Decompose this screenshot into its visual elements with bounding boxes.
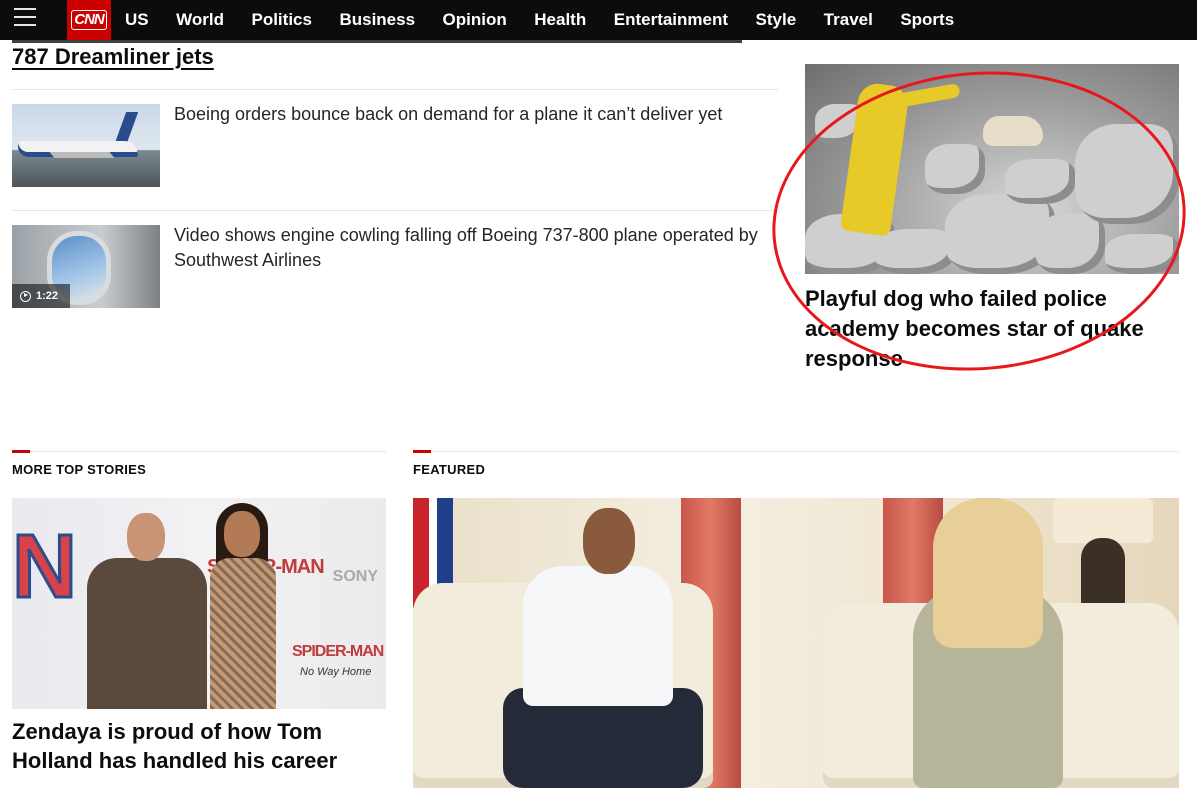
cnn-logo[interactable]: CNN <box>67 0 111 40</box>
section-label-more-top-stories: MORE TOP STORIES <box>12 462 147 477</box>
sony-logo: SONY <box>332 568 378 585</box>
story-title[interactable]: Boeing orders bounce back on demand for … <box>174 102 774 127</box>
story-image-zendaya[interactable]: N SPIDER-MAN SONY SPIDER-MAN No Way Home <box>12 498 386 709</box>
top-navigation: CNN US World Politics Business Opinion H… <box>0 0 1197 40</box>
nav-links: US World Politics Business Opinion Healt… <box>125 0 982 40</box>
nav-link-health[interactable]: Health <box>534 10 586 30</box>
section-accent <box>413 450 431 453</box>
story-thumbnail-plane-window[interactable]: 1:22 <box>12 225 160 308</box>
person-seated-man <box>523 566 673 706</box>
rescue-dog <box>983 116 1043 146</box>
story-thumbnail-boeing-plane[interactable] <box>12 104 160 187</box>
feature-image-dog-quake[interactable] <box>805 64 1179 274</box>
section-rule <box>413 451 1179 452</box>
lamp-shade <box>1053 498 1153 543</box>
story-title[interactable]: Video shows engine cowling falling off B… <box>174 223 774 273</box>
video-duration-badge: 1:22 <box>12 284 70 308</box>
play-icon <box>20 290 31 302</box>
nav-link-sports[interactable]: Sports <box>900 10 954 30</box>
story-row[interactable]: Boeing orders bounce back on demand for … <box>12 104 778 194</box>
story-row[interactable]: 1:22 Video shows engine cowling falling … <box>12 225 778 315</box>
section-edge <box>12 40 742 43</box>
video-duration: 1:22 <box>36 290 59 302</box>
rescue-worker-arm <box>889 83 961 109</box>
divider <box>12 89 778 90</box>
featured-video-image[interactable] <box>413 498 1179 788</box>
person-head <box>583 508 635 574</box>
card-title[interactable]: Zendaya is proud of how Tom Holland has … <box>12 717 386 775</box>
person-tom-holland <box>82 508 207 709</box>
menu-icon[interactable] <box>14 8 36 30</box>
nav-link-travel[interactable]: Travel <box>824 10 873 30</box>
nav-link-entertainment[interactable]: Entertainment <box>614 10 728 30</box>
feature-title[interactable]: Playful dog who failed police academy be… <box>805 284 1185 374</box>
person-zendaya <box>202 503 282 709</box>
lamp-base <box>1081 538 1125 608</box>
person-hair <box>933 498 1043 648</box>
top-headline-link[interactable]: 787 Dreamliner jets <box>12 44 214 70</box>
nav-link-business[interactable]: Business <box>339 10 415 30</box>
poster-text: SPIDER-MAN <box>292 643 384 660</box>
plane-wing <box>49 152 115 158</box>
nav-link-us[interactable]: US <box>125 10 149 30</box>
poster-subtitle: No Way Home <box>300 666 372 678</box>
divider <box>12 210 778 211</box>
nav-link-world[interactable]: World <box>176 10 224 30</box>
section-accent <box>12 450 30 453</box>
section-label-featured: FEATURED <box>413 462 486 477</box>
nav-link-style[interactable]: Style <box>756 10 797 30</box>
section-rule <box>12 451 386 452</box>
logo-text: CNN <box>71 10 107 30</box>
nav-link-politics[interactable]: Politics <box>251 10 311 30</box>
nav-link-opinion[interactable]: Opinion <box>443 10 507 30</box>
poster-letter: N <box>12 516 79 619</box>
